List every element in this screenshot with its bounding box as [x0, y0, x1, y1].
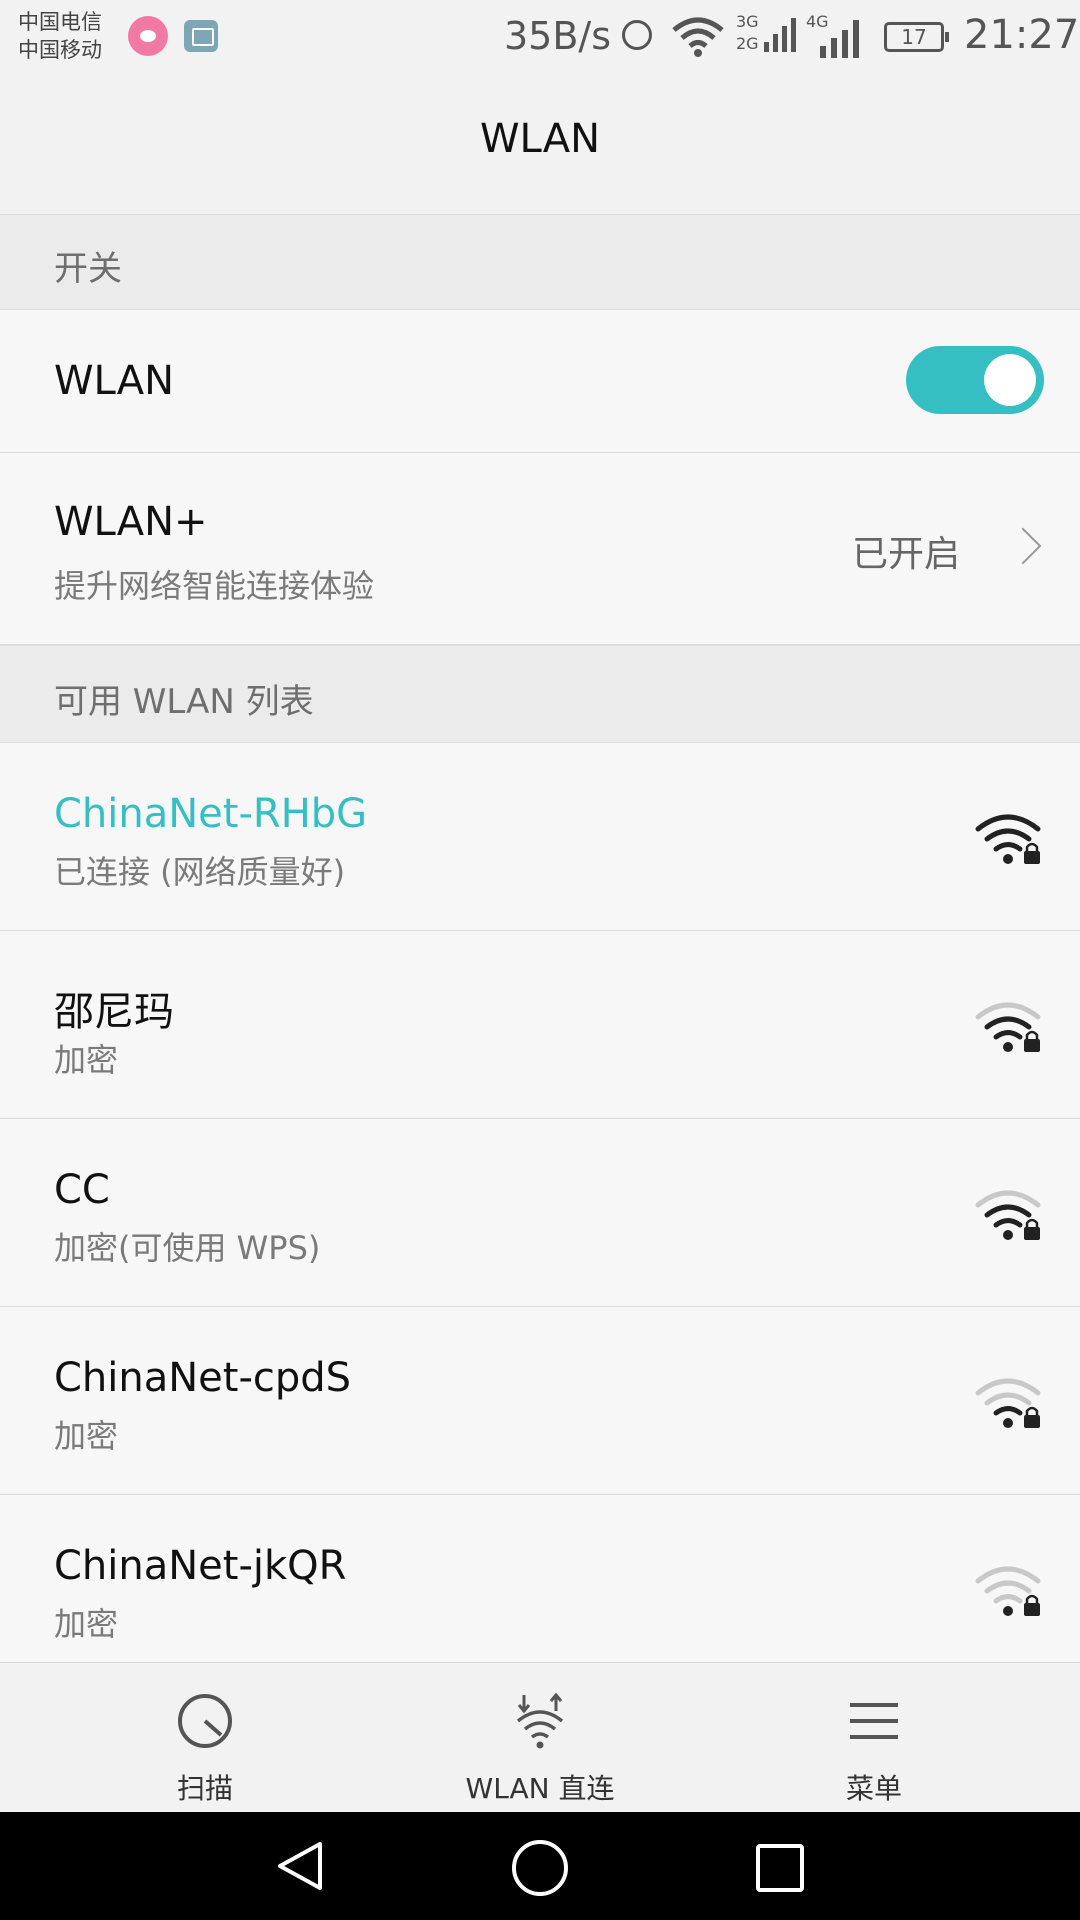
section-header-switch: 开关 [0, 214, 1080, 310]
wifi-network-row[interactable]: ChinaNet-RHbG 已连接 (网络质量好) [0, 743, 1080, 931]
wlan-plus-title: WLAN+ [54, 499, 208, 545]
wifi-network-row[interactable]: ChinaNet-jkQR 加密 [0, 1495, 1080, 1683]
recent-apps-icon[interactable] [752, 1840, 808, 1896]
network-name: ChinaNet-jkQR [54, 1543, 347, 1589]
wlan-plus-status: 已开启 [851, 534, 960, 575]
scan-button[interactable]: 扫描 [95, 1663, 315, 1813]
network-status: 加密 [54, 1417, 119, 1455]
network-status: 已连接 (网络质量好) [54, 853, 346, 891]
wifi-lock-icon [975, 1566, 1041, 1616]
wlan-direct-label: WLAN 直连 [465, 1772, 615, 1805]
wlan-direct-icon [516, 1692, 564, 1749]
alarm-icon [622, 20, 652, 50]
scan-label: 扫描 [176, 1772, 233, 1805]
toggle-knob [984, 354, 1036, 406]
wifi-lock-icon [975, 1378, 1041, 1428]
network-status: 加密(可使用 WPS) [54, 1229, 321, 1267]
battery-icon: 17 [884, 22, 949, 52]
wlan-plus-row[interactable]: WLAN+ 提升网络智能连接体验 已开启 [0, 453, 1080, 645]
bottom-action-bar: 扫描 WLAN 直连 菜单 [0, 1662, 1080, 1813]
status-bar: 中国电信 中国移动 35B/s 3G 2G 4G 17 21:27 [0, 0, 1080, 76]
gallery-notification-icon [184, 20, 218, 52]
wlan-switch-row[interactable]: WLAN [0, 310, 1080, 453]
back-icon[interactable] [272, 1838, 328, 1894]
wlan-plus-subtitle: 提升网络智能连接体验 [54, 567, 375, 605]
title-bar: WLAN [0, 76, 1080, 215]
wifi-network-row[interactable]: ChinaNet-cpdS 加密 [0, 1307, 1080, 1495]
menu-label: 菜单 [845, 1772, 902, 1805]
menu-icon [850, 1703, 898, 1739]
wifi-status-icon [672, 17, 724, 57]
wlan-direct-button[interactable]: WLAN 直连 [430, 1663, 650, 1813]
wifi-network-row[interactable]: CC 加密(可使用 WPS) [0, 1119, 1080, 1307]
network-2g-label: 2G [736, 34, 759, 53]
section-header-label: 开关 [54, 249, 122, 289]
carrier-info: 中国电信 中国移动 [18, 8, 102, 64]
section-header-available: 可用 WLAN 列表 [0, 645, 1080, 743]
page-title: WLAN [479, 116, 601, 162]
network-3g-label: 3G [736, 12, 759, 31]
carrier-2: 中国移动 [18, 38, 102, 62]
scan-icon [178, 1694, 232, 1748]
wifi-lock-icon [975, 1190, 1041, 1240]
clock: 21:27 [964, 12, 1080, 58]
menu-button[interactable]: 菜单 [764, 1663, 984, 1813]
wlan-toggle[interactable] [906, 346, 1044, 414]
chevron-right-icon [1004, 527, 1042, 565]
wifi-network-row[interactable]: 邵尼玛 加密 [0, 931, 1080, 1119]
carrier-1: 中国电信 [18, 10, 102, 34]
home-icon[interactable] [510, 1838, 570, 1898]
network-status: 加密 [54, 1041, 119, 1079]
network-name: ChinaNet-RHbG [54, 791, 368, 837]
network-name: CC [54, 1167, 110, 1213]
section-header-label: 可用 WLAN 列表 [54, 682, 314, 722]
network-status: 加密 [54, 1605, 119, 1643]
network-speed: 35B/s [504, 14, 612, 58]
navigation-bar [0, 1812, 1080, 1920]
network-name: 邵尼玛 [54, 989, 174, 1035]
network-name: ChinaNet-cpdS [54, 1355, 352, 1401]
wifi-lock-icon [975, 814, 1041, 864]
app-notification-icon [128, 16, 168, 56]
wifi-lock-icon [975, 1002, 1041, 1052]
wlan-switch-label: WLAN [54, 358, 175, 404]
